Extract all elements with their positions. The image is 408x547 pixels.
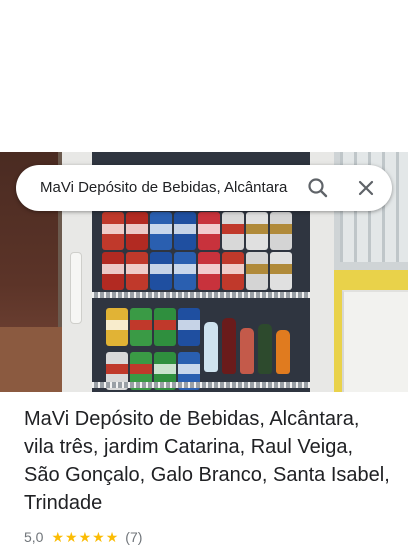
map-blank-area — [0, 0, 408, 152]
photo-can — [246, 212, 268, 250]
photo-can — [198, 252, 220, 290]
photo-can — [102, 252, 124, 290]
photo-can — [102, 212, 124, 250]
photo-can — [174, 212, 196, 250]
photo-floor — [0, 327, 70, 392]
photo-bottle — [258, 324, 272, 374]
photo-can — [222, 212, 244, 250]
star-icon: ★ — [105, 529, 119, 545]
place-title: MaVi Depósito de Bebidas, Alcântara, vil… — [24, 408, 390, 514]
rating-row[interactable]: 5,0 ★ ★ ★ ★ ★ (7) — [24, 527, 142, 547]
photo-bottle — [240, 328, 254, 374]
photo-can — [154, 308, 176, 346]
photo-bottle — [204, 322, 218, 372]
photo-can — [270, 252, 292, 290]
search-bar[interactable]: MaVi Depósito de Bebidas, Alcântara — [16, 165, 392, 211]
search-button[interactable] — [304, 174, 332, 202]
rating-value: 5,0 — [24, 529, 44, 545]
photo-can — [174, 252, 196, 290]
photo-shelf — [92, 292, 310, 298]
photo-can — [126, 212, 148, 250]
search-input[interactable]: MaVi Depósito de Bebidas, Alcântara — [40, 165, 302, 211]
photo-can — [222, 252, 244, 290]
photo-can — [198, 212, 220, 250]
review-count[interactable]: (7) — [125, 529, 142, 545]
photo-can — [150, 212, 172, 250]
photo-bottle — [222, 318, 236, 374]
photo-can — [106, 308, 128, 346]
search-icon — [308, 178, 328, 198]
star-icon: ★ — [92, 529, 105, 545]
photo-can — [150, 252, 172, 290]
close-icon — [358, 180, 374, 196]
photo-fridge-handle — [70, 252, 82, 324]
photo-can — [246, 252, 268, 290]
star-rating: ★ ★ ★ ★ ★ — [51, 530, 119, 544]
photo-freezer — [342, 290, 408, 392]
close-button[interactable] — [352, 174, 380, 202]
photo-bottle — [276, 330, 290, 374]
photo-can — [130, 308, 152, 346]
star-icon: ★ — [51, 529, 65, 545]
photo-can — [178, 308, 200, 346]
photo-can — [270, 212, 292, 250]
star-icon: ★ — [78, 529, 92, 545]
photo-can — [126, 252, 148, 290]
star-icon: ★ — [65, 529, 78, 545]
photo-shelf — [92, 382, 310, 388]
